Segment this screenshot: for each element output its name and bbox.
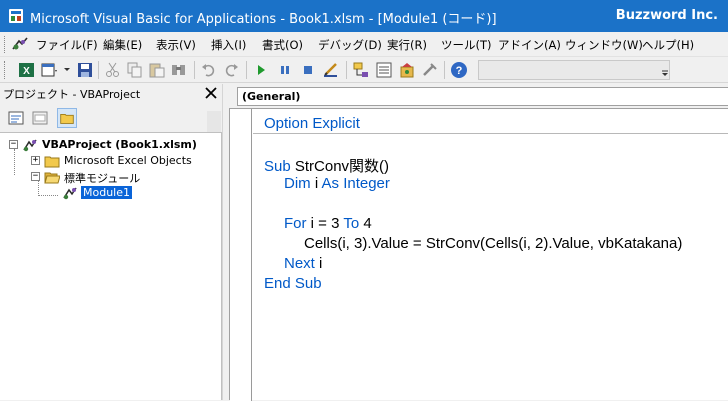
break-icon[interactable]: [276, 61, 294, 79]
tree-label-module1: Module1: [81, 186, 132, 199]
cut-icon[interactable]: [104, 61, 122, 79]
folder-icon: [44, 156, 60, 168]
svg-text:?: ?: [456, 65, 463, 77]
toolbar-separator: [444, 61, 445, 79]
view-code-icon[interactable]: [6, 108, 26, 128]
toolbar-position-field: [478, 60, 670, 80]
project-panel-toolbar: [0, 104, 222, 135]
project-tree: − VBAProject (Book1.xlsm) + Microsoft Ex…: [0, 132, 222, 400]
panel-splitter[interactable]: [222, 84, 229, 400]
tree-node-module1[interactable]: Module1: [0, 185, 222, 201]
code-window-header: (General): [229, 84, 728, 108]
view-object-icon[interactable]: [30, 108, 50, 128]
menu-run[interactable]: 実行(R): [387, 37, 427, 53]
toolbar-grip[interactable]: [4, 61, 7, 79]
design-mode-icon[interactable]: [322, 61, 340, 79]
menu-tools[interactable]: ツール(T): [441, 37, 492, 53]
menu-view[interactable]: 表示(V): [156, 37, 196, 53]
code-text: i: [310, 175, 322, 192]
code-line-3: Dim i As Integer: [284, 175, 390, 192]
excel-view-icon[interactable]: X: [18, 61, 36, 79]
keyword: End Sub: [264, 275, 322, 292]
menubar-grip[interactable]: [4, 36, 7, 53]
project-panel-title: プロジェクト - VBAProject: [3, 88, 141, 101]
standard-toolbar: X ?: [0, 57, 728, 83]
menu-file[interactable]: ファイル(F): [36, 37, 98, 53]
code-line-1: Option Explicit: [264, 115, 360, 132]
toolbar-options-icon[interactable]: [660, 61, 670, 79]
keyword: Next: [284, 255, 315, 272]
close-icon[interactable]: [202, 84, 220, 102]
tree-label-modules-folder: 標準モジュール: [64, 172, 141, 185]
vba-system-menu-icon[interactable]: [11, 36, 29, 52]
tree-label-vbaproject: VBAProject (Book1.xlsm): [42, 138, 197, 151]
properties-icon[interactable]: [375, 61, 393, 79]
toolbar-separator: [246, 61, 247, 79]
code-text: 4: [359, 215, 372, 232]
code-text: i: [314, 255, 323, 272]
keyword: Option Explicit: [264, 115, 360, 132]
svg-text:X: X: [23, 66, 30, 77]
code-line-6: Next i: [284, 255, 322, 272]
code-editor[interactable]: Option Explicit Sub StrConv関数() Dim i As…: [229, 108, 728, 401]
collapse-icon[interactable]: −: [9, 140, 18, 149]
code-line-7: End Sub: [264, 275, 322, 292]
title-bar: Microsoft Visual Basic for Applications …: [0, 0, 728, 32]
object-combo[interactable]: (General): [237, 87, 728, 106]
find-icon[interactable]: [170, 61, 188, 79]
menu-bar: ファイル(F) 編集(E) 表示(V) 挿入(I) 書式(O) デバッグ(D) …: [0, 32, 728, 57]
module-icon: [63, 187, 77, 200]
keyword: Dim: [284, 175, 311, 192]
collapse-icon[interactable]: −: [31, 172, 40, 181]
keyword: Sub: [264, 158, 291, 175]
keyword: To: [343, 215, 360, 232]
project-panel-header: プロジェクト - VBAProject: [0, 84, 222, 104]
expand-icon[interactable]: +: [31, 156, 40, 165]
copy-icon[interactable]: [126, 61, 144, 79]
menu-addins[interactable]: アドイン(A): [498, 37, 561, 53]
undo-icon[interactable]: [200, 61, 218, 79]
tree-label-excel-objects: Microsoft Excel Objects: [64, 154, 192, 167]
toolbox-icon[interactable]: [421, 61, 439, 79]
code-line-5: Cells(i, 3).Value = StrConv(Cells(i, 2).…: [304, 235, 682, 252]
tree-node-vbaproject[interactable]: − VBAProject (Book1.xlsm): [0, 137, 222, 153]
menu-insert[interactable]: 挿入(I): [211, 37, 246, 53]
save-icon[interactable]: [76, 61, 94, 79]
code-text: StrConv関数(): [290, 158, 390, 175]
menu-help[interactable]: ヘルプ(H): [642, 37, 694, 53]
toolbar-separator: [98, 61, 99, 79]
help-icon[interactable]: ?: [450, 61, 468, 79]
brand-label: Buzzword Inc.: [615, 8, 718, 23]
vbaproject-icon: [23, 139, 37, 152]
keyword: For: [284, 215, 307, 232]
object-browser-icon[interactable]: [398, 61, 416, 79]
keyword: As Integer: [321, 175, 390, 192]
tree-node-excel-objects[interactable]: + Microsoft Excel Objects: [0, 153, 222, 169]
toolbar-separator: [346, 61, 347, 79]
run-icon[interactable]: [252, 61, 270, 79]
vba-app-icon: [9, 9, 23, 23]
menu-format[interactable]: 書式(O): [262, 37, 303, 53]
menu-edit[interactable]: 編集(E): [103, 37, 142, 53]
tree-node-modules-folder[interactable]: − 標準モジュール: [0, 169, 222, 185]
project-explorer-icon[interactable]: [352, 61, 370, 79]
code-margin-indicator[interactable]: [230, 109, 252, 401]
menu-window[interactable]: ウィンドウ(W): [565, 37, 643, 53]
redo-icon[interactable]: [222, 61, 240, 79]
code-text: Cells(i, 3).Value = StrConv(Cells(i, 2).…: [304, 235, 683, 252]
code-line-2: Sub StrConv関数(): [264, 155, 389, 176]
reset-icon[interactable]: [299, 61, 317, 79]
toggle-folders-icon[interactable]: [57, 108, 77, 128]
code-line-4: For i = 3 To 4: [284, 215, 372, 232]
window-title: Microsoft Visual Basic for Applications …: [30, 12, 497, 27]
toolbar-separator: [194, 61, 195, 79]
insert-module-icon[interactable]: [40, 61, 58, 79]
code-text: i = 3: [306, 215, 344, 232]
menu-debug[interactable]: デバッグ(D): [318, 37, 382, 53]
open-folder-icon: [44, 172, 60, 184]
declarations-separator: [253, 133, 728, 134]
paste-icon[interactable]: [148, 61, 166, 79]
